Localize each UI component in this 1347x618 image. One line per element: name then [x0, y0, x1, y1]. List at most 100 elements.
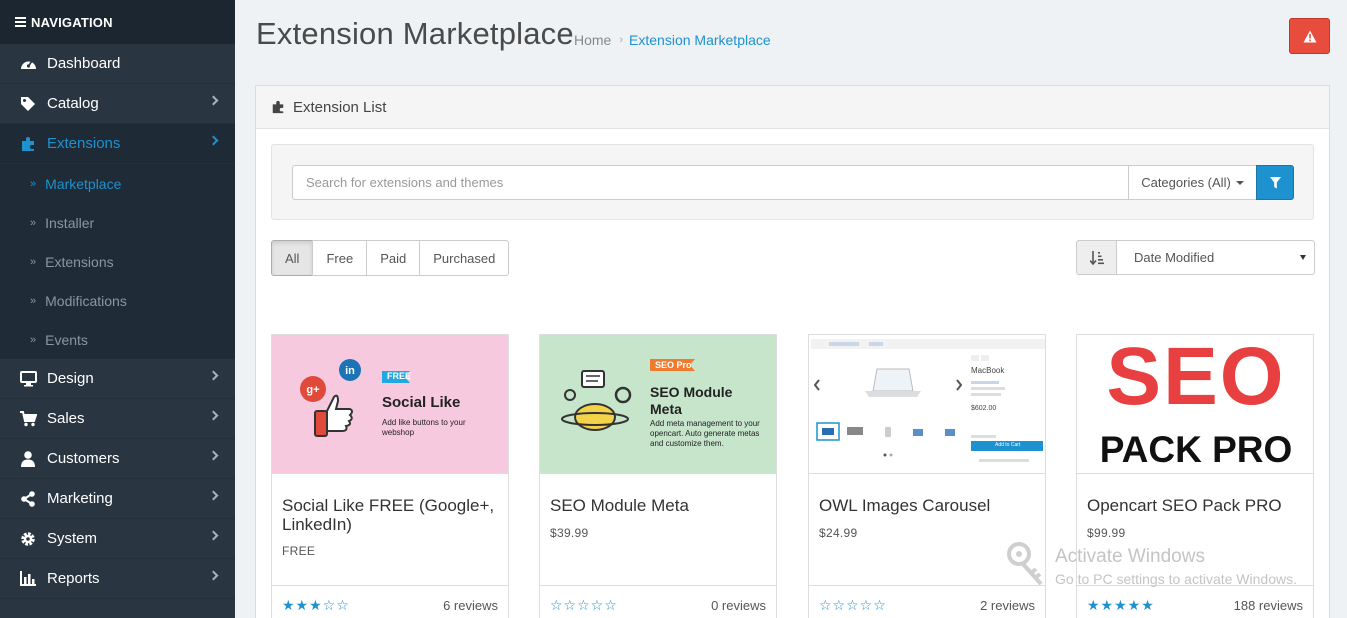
- key-icon: [1007, 542, 1043, 586]
- chevron-right-icon: [208, 570, 219, 581]
- sidebar-item-system[interactable]: System: [0, 519, 235, 559]
- tag-icon: [19, 95, 37, 113]
- card-footer: ☆☆☆☆☆ 0 reviews: [540, 585, 776, 618]
- activate-windows-watermark: Activate Windows Go to PC settings to ac…: [1003, 540, 1343, 600]
- chevron-right-icon: [208, 95, 219, 106]
- extension-thumbnail[interactable]: MacBook $602.00 Add to Cart: [809, 335, 1045, 474]
- extension-price: $99.99: [1087, 526, 1126, 540]
- chevron-right-icon: [208, 450, 219, 461]
- sidebar-item-design[interactable]: Design: [0, 359, 235, 399]
- extension-thumbnail[interactable]: SEO Pro SEO Module Meta Add meta managem…: [540, 335, 776, 474]
- navigation-heading: NAVIGATION: [31, 14, 113, 30]
- double-chevron-icon: »: [30, 255, 37, 268]
- thumbnail-title: Social Like: [382, 394, 461, 411]
- sort-select[interactable]: Date Modified: [1117, 240, 1315, 275]
- review-count[interactable]: 6 reviews: [443, 598, 498, 613]
- puzzle-icon: [19, 135, 37, 153]
- alert-button[interactable]: [1289, 18, 1330, 54]
- sidebar-item-dashboard[interactable]: Dashboard: [0, 44, 235, 84]
- extension-name[interactable]: Social Like FREE (Google+, LinkedIn): [282, 496, 500, 534]
- menu-bars-icon: [15, 15, 26, 29]
- search-input[interactable]: [292, 165, 1129, 200]
- filter-all-button[interactable]: All: [271, 240, 314, 276]
- license-filter-group: All Free Paid Purchased: [271, 240, 510, 276]
- extension-price: FREE: [282, 544, 316, 558]
- dashboard-icon: [19, 55, 37, 73]
- sidebar-item-extensions[interactable]: Extensions: [0, 124, 235, 164]
- extension-name[interactable]: OWL Images Carousel: [819, 496, 1037, 515]
- extension-name[interactable]: SEO Module Meta: [550, 496, 768, 515]
- sidebar-subitem-marketplace[interactable]: » Marketplace: [0, 164, 235, 203]
- desktop-icon: [19, 370, 37, 388]
- svg-text:in: in: [345, 365, 355, 377]
- sidebar-subitem-installer[interactable]: » Installer: [0, 203, 235, 242]
- review-count[interactable]: 2 reviews: [980, 598, 1035, 613]
- thumbnail-logo-line2: PACK PRO: [1099, 429, 1293, 470]
- breadcrumb-current[interactable]: Extension Marketplace: [629, 32, 771, 48]
- sidebar-item-label: Marketing: [47, 490, 113, 507]
- puzzle-icon: [271, 100, 285, 114]
- double-chevron-icon: »: [30, 294, 37, 307]
- navigation-header[interactable]: NAVIGATION: [0, 0, 235, 44]
- sidebar-item-label: Sales: [47, 410, 85, 427]
- categories-dropdown[interactable]: Categories (All): [1128, 165, 1257, 200]
- filter-paid-button[interactable]: Paid: [366, 240, 421, 276]
- sidebar-subitem-label: Extensions: [45, 253, 114, 270]
- chevron-right-icon: [208, 135, 219, 146]
- user-icon: [19, 450, 37, 468]
- extension-card-social-like[interactable]: in g+ FREE Social Like Add like buttons …: [271, 334, 509, 618]
- sidebar-item-marketing[interactable]: Marketing: [0, 479, 235, 519]
- extension-card-seo-module-meta[interactable]: SEO Pro SEO Module Meta Add meta managem…: [539, 334, 777, 618]
- review-count[interactable]: 0 reviews: [711, 598, 766, 613]
- sidebar-item-reports[interactable]: Reports: [0, 559, 235, 599]
- watermark-title: Activate Windows: [1055, 546, 1205, 567]
- thumbnail-badge: SEO Pro: [655, 360, 692, 370]
- sort-control: Date Modified: [1076, 240, 1315, 275]
- breadcrumb-separator-icon: ›: [619, 34, 624, 46]
- sidebar-item-label: Catalog: [47, 95, 99, 112]
- filter-purchased-button[interactable]: Purchased: [419, 240, 510, 276]
- sidebar-subitem-extensions[interactable]: » Extensions: [0, 242, 235, 281]
- chevron-right-icon: [208, 490, 219, 501]
- sidebar-subitem-label: Events: [45, 331, 88, 348]
- review-count[interactable]: 188 reviews: [1234, 598, 1303, 613]
- triangle-down-icon: [1300, 255, 1306, 260]
- filter-free-button[interactable]: Free: [312, 240, 368, 276]
- sidebar-subitem-events[interactable]: » Events: [0, 320, 235, 359]
- double-chevron-icon: »: [30, 216, 37, 229]
- extension-name[interactable]: Opencart SEO Pack PRO: [1087, 496, 1305, 515]
- watermark-subtitle: Go to PC settings to activate Windows.: [1055, 571, 1297, 587]
- bar-chart-icon: [19, 570, 37, 588]
- sidebar: NAVIGATION Dashboard Catalog Extensions …: [0, 0, 235, 618]
- gear-icon: [19, 530, 37, 548]
- filter-button[interactable]: [1256, 165, 1294, 200]
- sidebar-item-label: Customers: [47, 450, 120, 467]
- thumbnail-title: SEO Module Meta: [650, 384, 733, 417]
- extension-list-panel: Extension List Categories (All) All Free…: [255, 85, 1330, 618]
- sidebar-subitem-label: Modifications: [45, 292, 127, 309]
- panel-title: Extension List: [293, 98, 387, 116]
- extension-thumbnail[interactable]: in g+ FREE Social Like Add like buttons …: [272, 335, 508, 474]
- extension-thumbnail[interactable]: SEO PACK PRO: [1077, 335, 1313, 474]
- sidebar-item-customers[interactable]: Customers: [0, 439, 235, 479]
- sidebar-item-sales[interactable]: Sales: [0, 399, 235, 439]
- categories-label: Categories (All): [1141, 175, 1231, 190]
- share-icon: [19, 490, 37, 508]
- thumbnail-description: Add meta management to your opencart. Au…: [650, 419, 760, 448]
- extension-price: $24.99: [819, 526, 858, 540]
- thumbnail-product-name: MacBook: [971, 366, 1005, 375]
- sidebar-subitem-modifications[interactable]: » Modifications: [0, 281, 235, 320]
- sidebar-subitem-label: Installer: [45, 214, 95, 231]
- star-rating-icon: ☆☆☆☆☆: [819, 597, 887, 613]
- breadcrumb-home[interactable]: Home: [574, 32, 611, 48]
- page-title: Extension Marketplace: [256, 16, 574, 51]
- double-chevron-icon: »: [30, 177, 37, 190]
- sidebar-item-catalog[interactable]: Catalog: [0, 84, 235, 124]
- warning-icon: [1303, 30, 1316, 42]
- chevron-right-icon: [208, 370, 219, 381]
- sidebar-item-label: Reports: [47, 570, 100, 587]
- thumbnail-badge: FREE: [387, 371, 412, 381]
- sidebar-item-label: System: [47, 530, 98, 547]
- panel-heading: Extension List: [256, 86, 1329, 129]
- extension-price: $39.99: [550, 526, 589, 540]
